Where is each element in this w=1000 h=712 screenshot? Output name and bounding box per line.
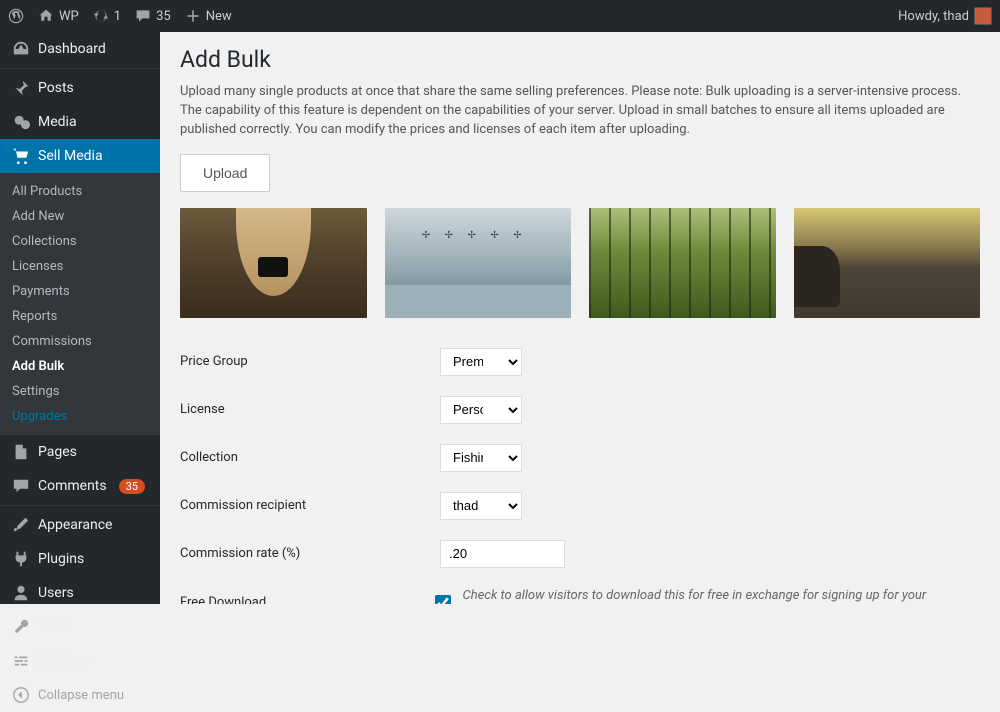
submenu-payments[interactable]: Payments — [0, 279, 160, 304]
collection-select[interactable]: Fishing — [440, 444, 522, 472]
menu-settings[interactable]: Settings — [0, 644, 160, 678]
submenu-all-products[interactable]: All Products — [0, 179, 160, 204]
comment-icon — [12, 477, 30, 495]
menu-users[interactable]: Users — [0, 576, 160, 610]
comments-count-badge: 35 — [119, 479, 145, 494]
free-download-label: Free Download — [180, 595, 435, 604]
thumbnail-3[interactable] — [589, 208, 776, 318]
rate-input[interactable] — [440, 540, 565, 568]
thumbnail-2[interactable] — [385, 208, 572, 318]
avatar — [974, 7, 992, 25]
free-download-checkbox[interactable] — [435, 595, 451, 604]
pages-icon — [12, 443, 30, 461]
new-content-link[interactable]: New — [185, 8, 232, 24]
submenu-reports[interactable]: Reports — [0, 304, 160, 329]
menu-posts[interactable]: Posts — [0, 71, 160, 105]
plug-icon — [12, 550, 30, 568]
wrench-icon — [12, 618, 30, 636]
media-icon — [12, 113, 30, 131]
new-label: New — [206, 9, 232, 24]
submenu-licenses[interactable]: Licenses — [0, 254, 160, 279]
submenu-add-new[interactable]: Add New — [0, 204, 160, 229]
collapse-icon — [12, 686, 30, 704]
cart-icon — [12, 147, 30, 165]
howdy-text: Howdy, thad — [898, 9, 969, 24]
menu-pages[interactable]: Pages — [0, 435, 160, 469]
submenu-sell-media: All Products Add New Collections License… — [0, 173, 160, 435]
license-select[interactable]: Personal — [440, 396, 522, 424]
menu-appearance[interactable]: Appearance — [0, 508, 160, 542]
price-group-select[interactable]: Premium — [440, 348, 522, 376]
user-icon — [12, 584, 30, 602]
sliders-icon — [12, 652, 30, 670]
updates-link[interactable]: 1 — [93, 8, 121, 24]
page-title: Add Bulk — [180, 46, 980, 73]
thumbnail-1[interactable] — [180, 208, 367, 318]
account-link[interactable]: Howdy, thad — [898, 7, 992, 25]
menu-sell-media[interactable]: Sell Media — [0, 139, 160, 173]
menu-comments[interactable]: Comments 35 — [0, 469, 160, 503]
upload-button[interactable]: Upload — [180, 154, 270, 192]
admin-menu: Dashboard Posts Media Sell Media All Pro… — [0, 32, 160, 604]
admin-toolbar: WP 1 35 New Howdy, thad — [0, 0, 1000, 32]
upload-thumbnails — [180, 208, 980, 318]
page-description: Upload many single products at once that… — [180, 83, 980, 140]
submenu-add-bulk[interactable]: Add Bulk — [0, 354, 160, 379]
brush-icon — [12, 516, 30, 534]
comments-link[interactable]: 35 — [135, 8, 171, 24]
license-label: License — [180, 402, 440, 417]
site-home-link[interactable]: WP — [38, 8, 79, 24]
wp-logo[interactable] — [8, 8, 24, 24]
thumbnail-4[interactable] — [794, 208, 981, 318]
submenu-collections[interactable]: Collections — [0, 229, 160, 254]
submenu-settings[interactable]: Settings — [0, 379, 160, 404]
menu-tools[interactable]: Tools — [0, 610, 160, 644]
collapse-menu-button[interactable]: Collapse menu — [0, 678, 160, 712]
collection-label: Collection — [180, 450, 440, 465]
recipient-select[interactable]: thad — [440, 492, 522, 520]
price-group-label: Price Group — [180, 354, 440, 369]
rate-label: Commission rate (%) — [180, 546, 440, 561]
pin-icon — [12, 79, 30, 97]
submenu-commissions[interactable]: Commissions — [0, 329, 160, 354]
updates-count: 1 — [114, 9, 121, 24]
page-content: Add Bulk Upload many single products at … — [160, 32, 1000, 604]
submenu-upgrades[interactable]: Upgrades — [0, 404, 160, 429]
menu-dashboard[interactable]: Dashboard — [0, 32, 160, 66]
recipient-label: Commission recipient — [180, 498, 440, 513]
menu-plugins[interactable]: Plugins — [0, 542, 160, 576]
toolbar-comment-count: 35 — [156, 9, 171, 24]
menu-media[interactable]: Media — [0, 105, 160, 139]
free-download-help: Check to allow visitors to download this… — [463, 588, 980, 604]
site-name: WP — [59, 9, 79, 24]
dashboard-icon — [12, 40, 30, 58]
